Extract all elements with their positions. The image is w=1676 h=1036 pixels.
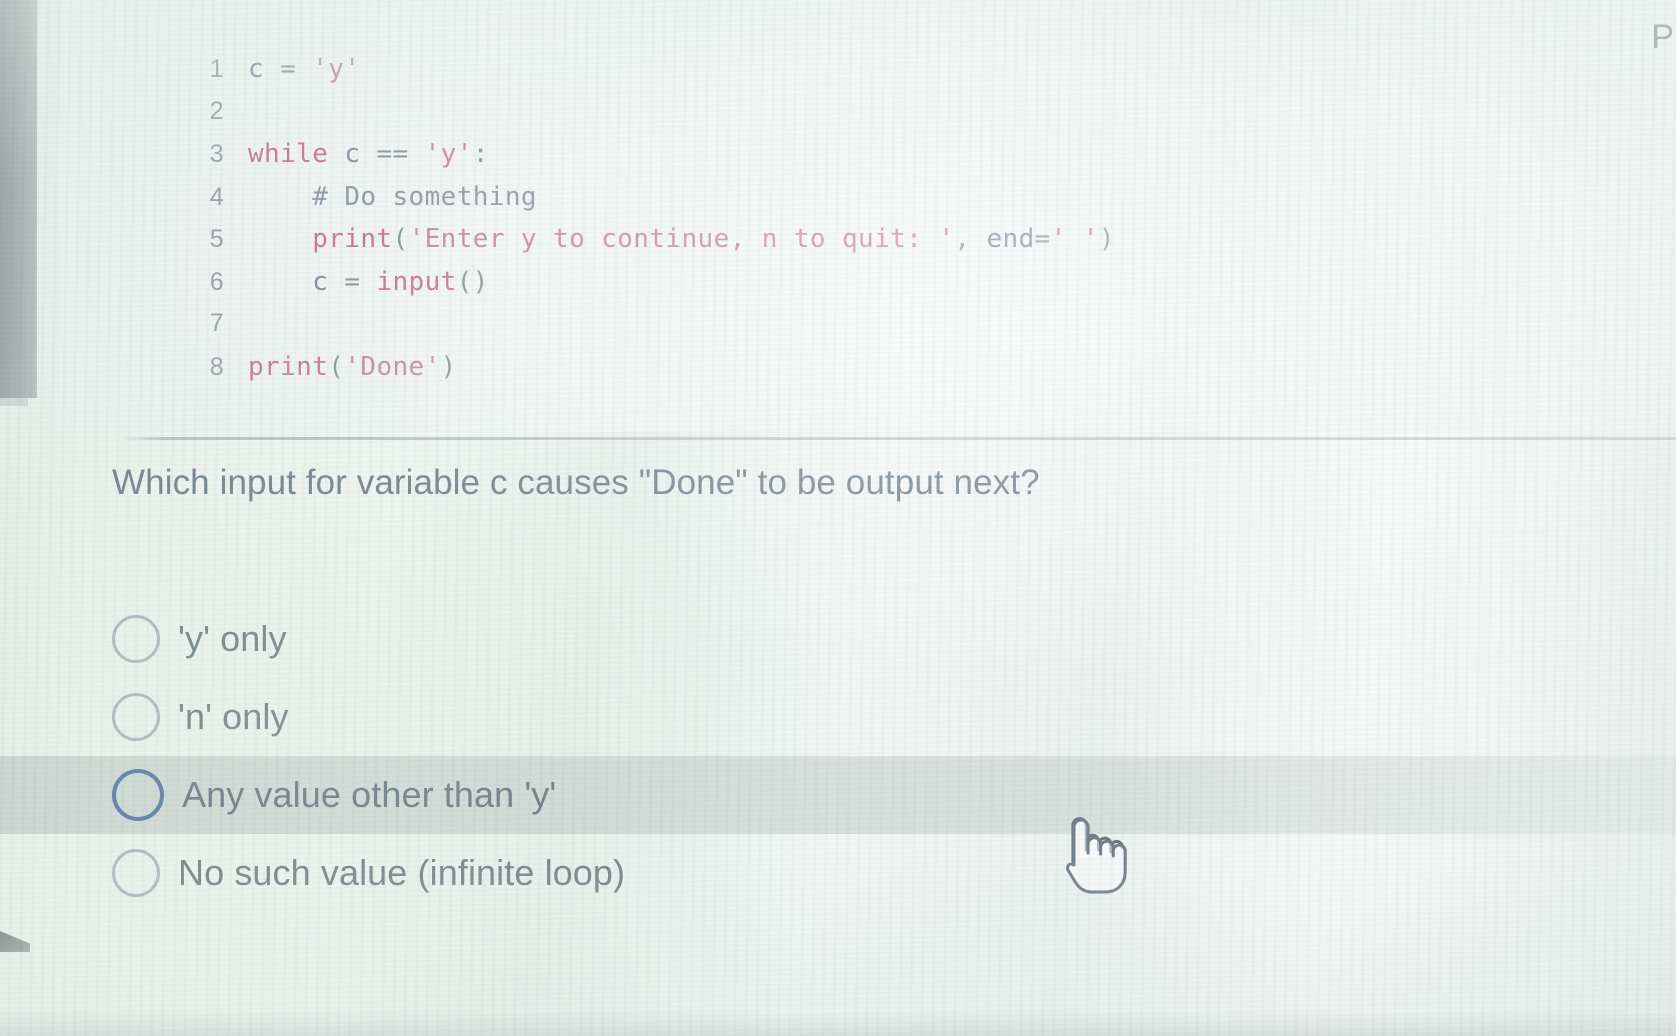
corner-letter: P [1651, 18, 1674, 56]
code-line-content: # Do something [248, 182, 537, 212]
code-token-op: ) [440, 351, 457, 382]
code-line: 3 while c == 'y': [164, 139, 1115, 182]
screen-bezel-bottom [0, 1010, 1676, 1036]
code-line: 4 # Do something [164, 182, 1115, 225]
code-token-string: 'y' [312, 54, 361, 84]
code-token-plain: end [986, 224, 1035, 254]
code-token-plain: c [328, 139, 377, 169]
code-token-string: 'Enter y to continue, n to quit: ' [408, 224, 955, 254]
answer-option-label: 'y' only [178, 618, 287, 659]
code-line-number: 8 [209, 352, 224, 381]
code-token-op: == [376, 139, 409, 169]
code-line-number: 3 [209, 140, 224, 168]
code-token-keyword: while [248, 139, 329, 169]
code-line-content: c = 'y' [248, 54, 360, 84]
code-token-op: = [328, 266, 377, 297]
code-token-string: 'Done' [344, 351, 441, 382]
answer-option-2[interactable]: 'n' only [0, 678, 1676, 756]
code-line-content: c = input() [248, 267, 489, 297]
code-line: 6 c = input() [164, 267, 1115, 310]
code-block: 1c = 'y' 2 3 while c == 'y': 4 # Do somethin… [60, 0, 1676, 432]
answer-option-label: Any value other than 'y' [182, 774, 557, 815]
code-token-op: ) [1098, 224, 1115, 254]
screen-bezel-left-lower [0, 398, 28, 406]
code-token-op: ( [392, 224, 409, 254]
code-token-op: , [954, 224, 987, 254]
code-line-number: 1 [209, 55, 224, 83]
code-line-number: 7 [209, 309, 224, 337]
answer-options-list: 'y' only 'n' only Any value other than 'y'… [0, 600, 1676, 912]
code-token-plain: c [248, 54, 265, 84]
answer-option-label: 'n' only [178, 696, 289, 737]
radio-button-icon[interactable] [112, 615, 160, 663]
code-token-function: print [312, 224, 393, 254]
code-token-string: 'y' [424, 139, 473, 169]
code-line-number: 4 [209, 182, 224, 211]
answer-option-3[interactable]: Any value other than 'y' [0, 756, 1676, 834]
radio-button-icon[interactable] [112, 693, 160, 741]
answer-option-label: No such value (infinite loop) [178, 852, 626, 893]
code-token-string: ' ' [1050, 224, 1099, 254]
screen-bezel-left [0, 0, 37, 398]
screen-bezel-bottom-left [0, 931, 30, 952]
code-token-plain: c [248, 266, 329, 297]
code-token-function: print [248, 351, 329, 382]
screen-photo: 1c = 'y' 2 3 while c == 'y': 4 # Do somethin… [0, 0, 1676, 1036]
code-line: 5 print('Enter y to continue, n to quit:… [164, 224, 1115, 267]
code-token-comment: # Do something [248, 181, 537, 212]
code-lines: 1c = 'y' 2 3 while c == 'y': 4 # Do somethin… [164, 54, 1115, 394]
code-line-content: print('Enter y to continue, n to quit: '… [248, 224, 1115, 254]
code-line-number: 2 [209, 96, 224, 125]
code-token-function: input [376, 266, 457, 297]
code-line: 7 [164, 309, 1115, 352]
code-line-number: 6 [209, 267, 224, 296]
code-line-number: 5 [209, 225, 224, 253]
code-token-op: = [264, 54, 313, 84]
answer-option-4[interactable]: No such value (infinite loop) [0, 834, 1676, 912]
code-token-op: () [456, 266, 489, 297]
code-line: 1c = 'y' [164, 54, 1115, 97]
answer-option-1[interactable]: 'y' only [0, 600, 1676, 678]
code-line: 2 [164, 97, 1115, 140]
radio-button-icon[interactable] [112, 849, 160, 897]
code-line-content: while c == 'y': [248, 139, 489, 169]
section-divider [118, 437, 1676, 440]
radio-button-icon[interactable] [112, 769, 164, 821]
code-line-content: print('Done') [248, 352, 457, 382]
code-line: 8 print('Done') [164, 352, 1115, 395]
code-token-op: ( [328, 351, 345, 382]
question-text: Which input for variable c causes "Done"… [112, 463, 1040, 502]
code-token-op: = [1034, 224, 1051, 254]
code-token-op: : [472, 139, 489, 169]
